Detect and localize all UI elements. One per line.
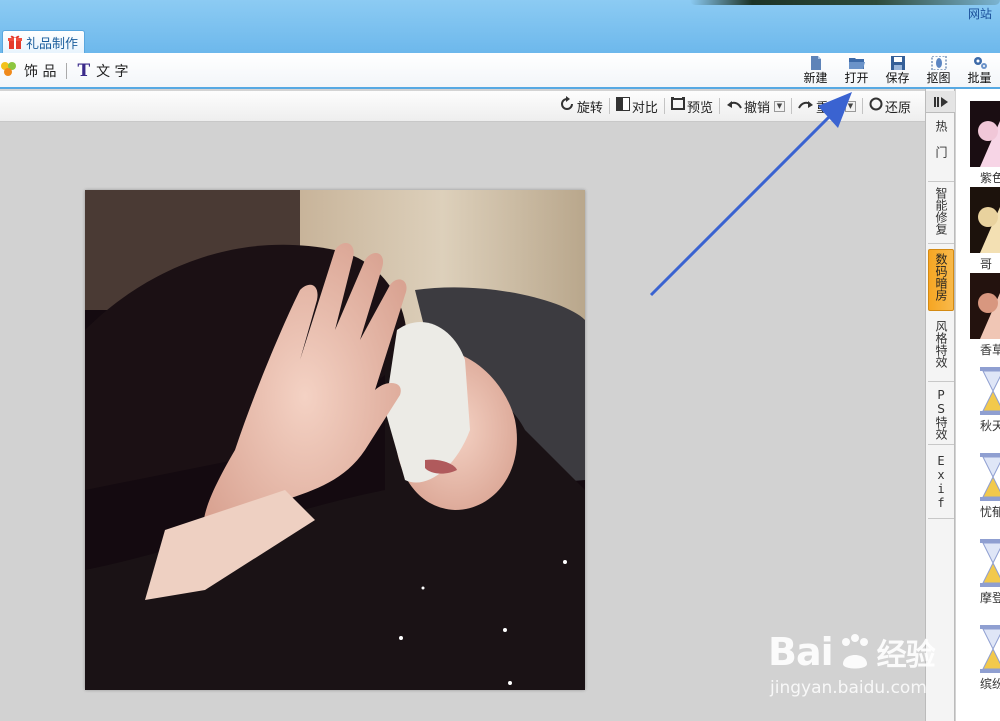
effect-item[interactable]: 香草 [970, 273, 1000, 358]
tab-gift-making[interactable]: 礼品制作 [2, 30, 86, 53]
toolbar-left: 饰 品 T 文 字 [0, 61, 129, 81]
effect-item[interactable]: 哥 [970, 187, 1000, 272]
toolbar-divider [66, 63, 68, 79]
batch-button[interactable]: 批量 [959, 56, 1000, 88]
clover-icon [0, 61, 18, 81]
save-label: 保存 [885, 71, 910, 85]
gift-icon [7, 34, 23, 50]
new-file-icon [808, 56, 824, 70]
effect-item[interactable]: 缤纷 [970, 625, 1000, 692]
watermark-logo: Bai 经验 [768, 630, 936, 674]
effect-item[interactable]: 紫色 [970, 101, 1000, 186]
tab-gift-label: 礼品制作 [26, 36, 79, 52]
batch-gear-icon [972, 56, 988, 70]
title-bar: 网站 礼品制作 [0, 0, 1000, 53]
decorations-button[interactable]: 饰 品 [24, 61, 56, 81]
effect-item[interactable]: 忧郁 [970, 453, 1000, 520]
annotation-arrow [649, 92, 852, 297]
loading-hourglass-icon [978, 539, 1000, 587]
watermark-url: jingyan.baidu.com [770, 678, 927, 698]
loading-hourglass-icon [978, 625, 1000, 673]
cutout-label: 抠图 [926, 71, 951, 85]
watermark-logo-text2: 经验 [876, 638, 936, 673]
effect-item[interactable]: 摩登 [970, 539, 1000, 606]
effect-label: 哥 [980, 257, 993, 271]
rotate-button[interactable]: 旋转 [553, 96, 609, 116]
effect-item[interactable]: 秋天 [970, 367, 1000, 434]
effect-label: 紫色 [980, 171, 1000, 185]
side-tab-ps-effects[interactable]: PS特效 [928, 385, 954, 445]
loading-hourglass-icon [978, 453, 1000, 501]
effect-label: 摩登 [980, 591, 1000, 605]
save-disk-icon [890, 56, 906, 70]
open-folder-icon [848, 56, 865, 70]
effect-thumbnail [970, 101, 1000, 167]
open-label: 打开 [844, 71, 869, 85]
photo-content [85, 190, 585, 690]
watermark-logo-text: Bai [768, 630, 834, 674]
rotate-icon [559, 96, 575, 116]
side-tab-label: Exif [934, 454, 948, 510]
side-tab-label: 热门 [934, 120, 948, 172]
title-bar-shadow [690, 0, 1000, 5]
restore-label: 还原 [884, 100, 911, 116]
effect-label: 秋天 [980, 419, 1000, 433]
side-tab-label: 智能修复 [934, 187, 948, 235]
rotate-label: 旋转 [576, 100, 603, 116]
effect-label: 香草 [980, 343, 1000, 357]
save-button[interactable]: 保存 [877, 56, 918, 88]
text-button[interactable]: 文 字 [96, 61, 128, 81]
side-tab-smart-repair[interactable]: 智能修复 [928, 184, 954, 244]
cutout-icon [931, 55, 947, 71]
side-tab-exif[interactable]: Exif [928, 451, 954, 519]
effects-panel: 紫色 哥 香草 秋天 忧郁 摩登 缤纷 [956, 89, 1000, 721]
side-tab-style-effects[interactable]: 风格特效 [928, 317, 954, 382]
cutout-button[interactable]: 抠图 [918, 55, 959, 88]
side-tab-hot[interactable]: 热门 [928, 117, 954, 182]
batch-label: 批量 [967, 71, 992, 85]
restore-icon [869, 97, 883, 115]
compare-icon [615, 97, 630, 115]
collapse-icon [933, 96, 948, 107]
side-tab-digital-darkroom[interactable]: 数码暗房 [928, 249, 954, 311]
new-label: 新建 [803, 71, 828, 85]
loading-hourglass-icon [978, 367, 1000, 415]
side-tabs: 热门 智能修复 数码暗房 风格特效 PS特效 Exif [925, 89, 955, 721]
text-t-icon: T [77, 61, 91, 81]
site-link[interactable]: 网站 [968, 5, 992, 22]
panel-toggle-button[interactable] [926, 91, 955, 113]
restore-button[interactable]: 还原 [863, 96, 917, 116]
side-tab-label: 风格特效 [934, 320, 948, 368]
paw-icon [841, 634, 868, 669]
effect-thumbnail [970, 187, 1000, 253]
effect-label: 忧郁 [980, 505, 1000, 519]
edited-photo[interactable] [85, 190, 585, 690]
effect-thumbnail [970, 273, 1000, 339]
effect-label: 缤纷 [980, 677, 1000, 691]
side-tab-label: 数码暗房 [934, 253, 948, 301]
side-tab-label: PS特效 [934, 388, 948, 440]
